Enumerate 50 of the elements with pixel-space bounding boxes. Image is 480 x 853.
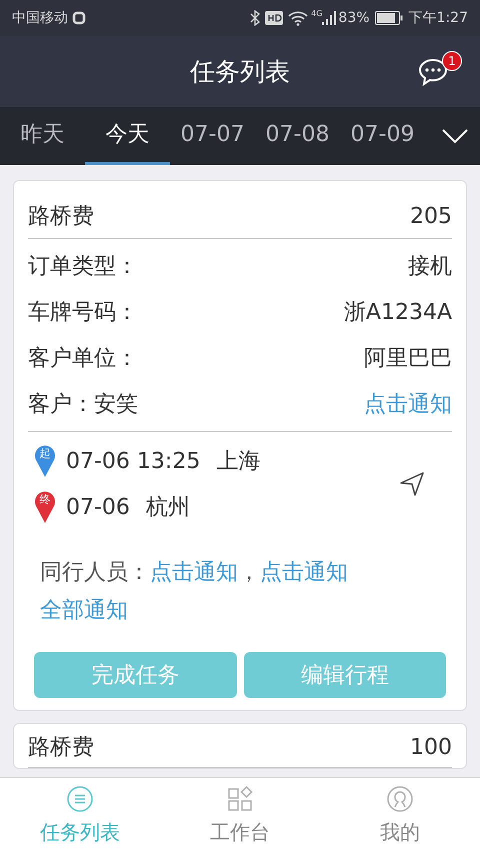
date-tab[interactable]: 今天 [85, 107, 170, 165]
menu-icon [66, 784, 94, 812]
user-icon [386, 784, 414, 812]
notify-link[interactable]: 点击通知 [150, 560, 238, 585]
companions-text: 同行人员：点击通知，点击通知 全部通知 [40, 559, 349, 625]
chevron-down-icon[interactable] [442, 128, 468, 144]
stop-time: 07-06 [66, 494, 130, 522]
nav-tab[interactable]: 工作台 [160, 778, 320, 853]
action-button[interactable]: 完成任务 [34, 652, 236, 698]
wifi-icon [288, 10, 308, 26]
field-value: 接机 [408, 252, 452, 280]
notify-link[interactable]: 点击通知 [364, 388, 452, 420]
date-tab[interactable]: 昨天 [0, 107, 85, 165]
navigation-icon[interactable] [398, 470, 426, 498]
field-value: 阿里巴巴 [364, 344, 452, 372]
battery-icon [374, 11, 403, 25]
notify-all-link[interactable]: 全部通知 [40, 598, 128, 623]
sync-icon [72, 11, 86, 25]
field-label: 客户：安笑 [28, 390, 138, 418]
field-label: 订单类型： [28, 252, 138, 280]
fee-value: 205 [410, 203, 452, 231]
battery-percent: 83% [338, 8, 370, 28]
stop-place: 杭州 [146, 494, 190, 522]
field-label: 客户单位： [28, 344, 138, 372]
field-label: 车牌号码： [28, 298, 138, 326]
stop-time: 07-06 13:25 [66, 448, 200, 476]
clock-time: 下午1:27 [408, 8, 468, 28]
nav-tab[interactable]: 我的 [320, 778, 480, 853]
message-button[interactable] [418, 57, 448, 87]
action-button[interactable]: 编辑行程 [244, 652, 446, 698]
stop-place: 上海 [216, 448, 260, 476]
nav-tab[interactable]: 任务列表 [0, 778, 160, 853]
signal-icon [322, 11, 336, 25]
field-value: 浙A1234A [344, 298, 452, 326]
notify-link[interactable]: 点击通知 [260, 560, 348, 585]
page-title: 任务列表 [190, 56, 290, 88]
map-pin-icon: 终 [34, 490, 56, 524]
network-type: 4G [311, 8, 322, 20]
bluetooth-icon [250, 10, 260, 26]
hd-icon [265, 11, 284, 25]
date-tab[interactable]: 07-08 [255, 107, 340, 165]
fee-label: 路桥费 [28, 203, 94, 231]
grid-icon [226, 784, 254, 812]
fee-value: 100 [410, 734, 452, 762]
carrier-name: 中国移动 [12, 8, 68, 28]
date-tab[interactable]: 07-07 [170, 107, 255, 165]
fee-label: 路桥费 [28, 734, 94, 762]
map-pin-icon: 起 [34, 444, 56, 478]
notification-badge: 1 [442, 51, 462, 71]
date-tab[interactable]: 07-09 [340, 107, 425, 165]
